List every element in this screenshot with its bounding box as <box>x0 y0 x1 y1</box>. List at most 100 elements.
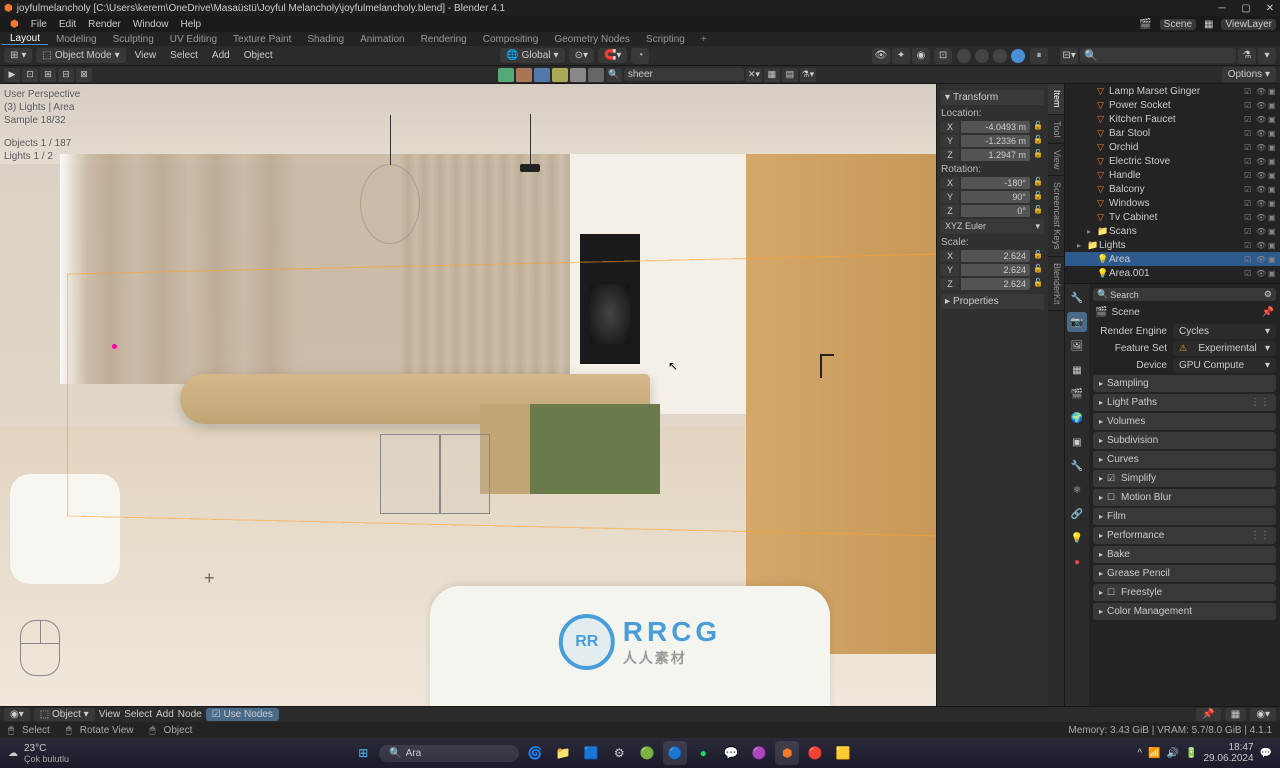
menu-window[interactable]: Window <box>127 19 175 30</box>
close-button[interactable]: ✕ <box>1264 3 1276 14</box>
mat-slot-6[interactable] <box>588 68 604 82</box>
taskbar-app-1[interactable]: 🟦 <box>579 741 603 765</box>
outliner-row[interactable]: ▽Bar Stool☑👁▣ <box>1065 126 1280 140</box>
tool-icon-1[interactable]: ⊡ <box>22 68 38 82</box>
rotation-y-field[interactable]: Y90°🔓 <box>941 191 1044 203</box>
prop-section-light-paths[interactable]: ▸Light Paths⋮⋮ <box>1093 394 1276 411</box>
header-menu-add[interactable]: Add <box>207 50 235 61</box>
prop-section-volumes[interactable]: ▸Volumes <box>1093 413 1276 430</box>
start-button[interactable]: ⊞ <box>351 741 375 765</box>
gizmo-button[interactable]: ✦ <box>892 48 910 64</box>
scale-z-field[interactable]: Z2.624🔓 <box>941 278 1044 290</box>
outliner-filter-button[interactable]: ⚗ <box>1238 48 1256 64</box>
node-menu-node[interactable]: Node <box>178 709 202 720</box>
scale-y-field[interactable]: Y2.624🔓 <box>941 264 1044 276</box>
select-tool-icon[interactable]: ▶ <box>4 68 20 82</box>
tab-compositing[interactable]: Compositing <box>475 34 547 45</box>
outliner-row[interactable]: ▸📁Lights☑👁▣ <box>1065 238 1280 252</box>
tab-uv-editing[interactable]: UV Editing <box>162 34 225 45</box>
prop-tab-constraint[interactable]: 🔗 <box>1067 504 1087 524</box>
prop-tab-data[interactable]: 💡 <box>1067 528 1087 548</box>
render-engine-dropdown[interactable]: Cycles▾ <box>1173 324 1276 339</box>
mat-slot-4[interactable] <box>552 68 568 82</box>
mode-dropdown[interactable]: ⬚ Object Mode ▾ <box>36 48 125 63</box>
tab-layout[interactable]: Layout <box>2 33 48 45</box>
feature-set-dropdown[interactable]: Experimental▾ <box>1173 341 1276 356</box>
tab-scripting[interactable]: Scripting <box>638 34 693 45</box>
prop-section-bake[interactable]: ▸Bake <box>1093 546 1276 563</box>
prop-section-performance[interactable]: ▸Performance⋮⋮ <box>1093 527 1276 544</box>
taskbar-chrome[interactable]: 🔵 <box>663 741 687 765</box>
outliner-row[interactable]: ▽Power Socket☑👁▣ <box>1065 98 1280 112</box>
prop-tab-viewlayer[interactable]: ▦ <box>1067 360 1087 380</box>
tool-icon-2[interactable]: ⊞ <box>40 68 56 82</box>
taskbar-search[interactable]: 🔍Ara <box>379 745 519 762</box>
header-menu-view[interactable]: View <box>130 50 162 61</box>
header-menu-select[interactable]: Select <box>165 50 203 61</box>
outliner-editor-type[interactable]: ⊟▾ <box>1060 48 1078 64</box>
node-menu-add[interactable]: Add <box>156 709 174 720</box>
taskbar-settings[interactable]: ⚙ <box>607 741 631 765</box>
prop-tab-output[interactable]: 🖼 <box>1067 336 1087 356</box>
proportional-edit-button[interactable]: ◔ <box>631 48 649 64</box>
prop-section-subdivision[interactable]: ▸Subdivision <box>1093 432 1276 449</box>
outliner-row[interactable]: ▽Lamp Marset Ginger☑👁▣ <box>1065 84 1280 98</box>
tray-wifi-icon[interactable]: 📶 <box>1148 748 1160 759</box>
solid-shading[interactable] <box>975 49 989 63</box>
transform-panel-header[interactable]: ▾ Transform <box>941 90 1044 105</box>
scale-x-field[interactable]: X2.624🔓 <box>941 250 1044 262</box>
xray-button[interactable]: ⊡ <box>934 48 952 64</box>
mat-slot-5[interactable] <box>570 68 586 82</box>
mat-clear-button[interactable]: ✕▾ <box>746 68 762 82</box>
prop-section-motion-blur[interactable]: ▸☐Motion Blur <box>1093 489 1276 506</box>
tab-sculpting[interactable]: Sculpting <box>105 34 162 45</box>
prop-tab-world[interactable]: 🌍 <box>1067 408 1087 428</box>
pivot-dropdown[interactable]: ⊙▾ <box>569 48 594 63</box>
taskbar-spotify[interactable]: ● <box>691 741 715 765</box>
taskbar-discord[interactable]: 💬 <box>719 741 743 765</box>
material-shading[interactable] <box>993 49 1007 63</box>
menu-help[interactable]: Help <box>174 19 207 30</box>
rendered-shading[interactable] <box>1011 49 1025 63</box>
npanel-tab-tool[interactable]: Tool <box>1048 115 1064 145</box>
outliner-new-collection[interactable]: ▾ <box>1258 48 1276 64</box>
rotation-z-field[interactable]: Z0°🔓 <box>941 205 1044 217</box>
node-menu-select[interactable]: Select <box>124 709 152 720</box>
outliner-row[interactable]: ▽Balcony☑👁▣ <box>1065 182 1280 196</box>
3d-viewport[interactable]: User Perspective (3) Lights | Area Sampl… <box>0 84 936 706</box>
material-search[interactable]: sheer <box>624 68 744 81</box>
node-context-dropdown[interactable]: ⬚ Object ▾ <box>34 708 95 721</box>
node-editor-type[interactable]: ◉▾ <box>4 708 30 721</box>
npanel-tab-item[interactable]: Item <box>1048 84 1064 115</box>
add-workspace-button[interactable]: + <box>693 34 715 45</box>
tray-chevron-icon[interactable]: ^ <box>1137 748 1142 759</box>
tool-icon-3[interactable]: ⊟ <box>58 68 74 82</box>
location-z-field[interactable]: Z1.2947 m🔓 <box>941 149 1044 161</box>
tab-shading[interactable]: Shading <box>299 34 352 45</box>
outliner-row[interactable]: ▸📁Scans☑👁▣ <box>1065 224 1280 238</box>
mat-filter-button[interactable]: ⚗▾ <box>800 68 816 82</box>
prop-tab-tool[interactable]: 🔧 <box>1067 288 1087 308</box>
viewlayer-dropdown[interactable]: ViewLayer <box>1221 19 1276 30</box>
orientation-dropdown[interactable]: 🌐 Global ▾ <box>500 48 564 63</box>
taskbar-weather[interactable]: ☁ 23°C Çok bulutlu <box>8 743 69 764</box>
outliner-row[interactable]: ▽Orchid☑👁▣ <box>1065 140 1280 154</box>
outliner-row[interactable]: ▽Kitchen Faucet☑👁▣ <box>1065 112 1280 126</box>
outliner-row[interactable]: ▽Windows☑👁▣ <box>1065 196 1280 210</box>
options-dropdown[interactable]: Options ▾ <box>1222 67 1276 82</box>
mat-slot-2[interactable] <box>516 68 532 82</box>
minimize-button[interactable]: ─ <box>1216 3 1228 14</box>
overlay-button[interactable]: ◉ <box>912 48 930 64</box>
visibility-button[interactable]: 👁 <box>872 48 890 64</box>
outliner-row[interactable]: 💡Area☑👁▣ <box>1065 252 1280 266</box>
outliner-row[interactable]: 💡Area.001☑👁▣ <box>1065 266 1280 280</box>
prop-tab-object[interactable]: ▣ <box>1067 432 1087 452</box>
system-tray[interactable]: ^ 📶 🔊 🔋 <box>1137 748 1197 759</box>
tab-animation[interactable]: Animation <box>352 34 412 45</box>
scene-dropdown[interactable]: Scene <box>1160 19 1196 30</box>
tab-rendering[interactable]: Rendering <box>413 34 475 45</box>
node-pin-button[interactable]: 📌 <box>1196 708 1220 721</box>
maximize-button[interactable]: ▢ <box>1240 3 1252 14</box>
rotation-x-field[interactable]: X-180°🔓 <box>941 177 1044 189</box>
tab-geometry-nodes[interactable]: Geometry Nodes <box>546 34 638 45</box>
